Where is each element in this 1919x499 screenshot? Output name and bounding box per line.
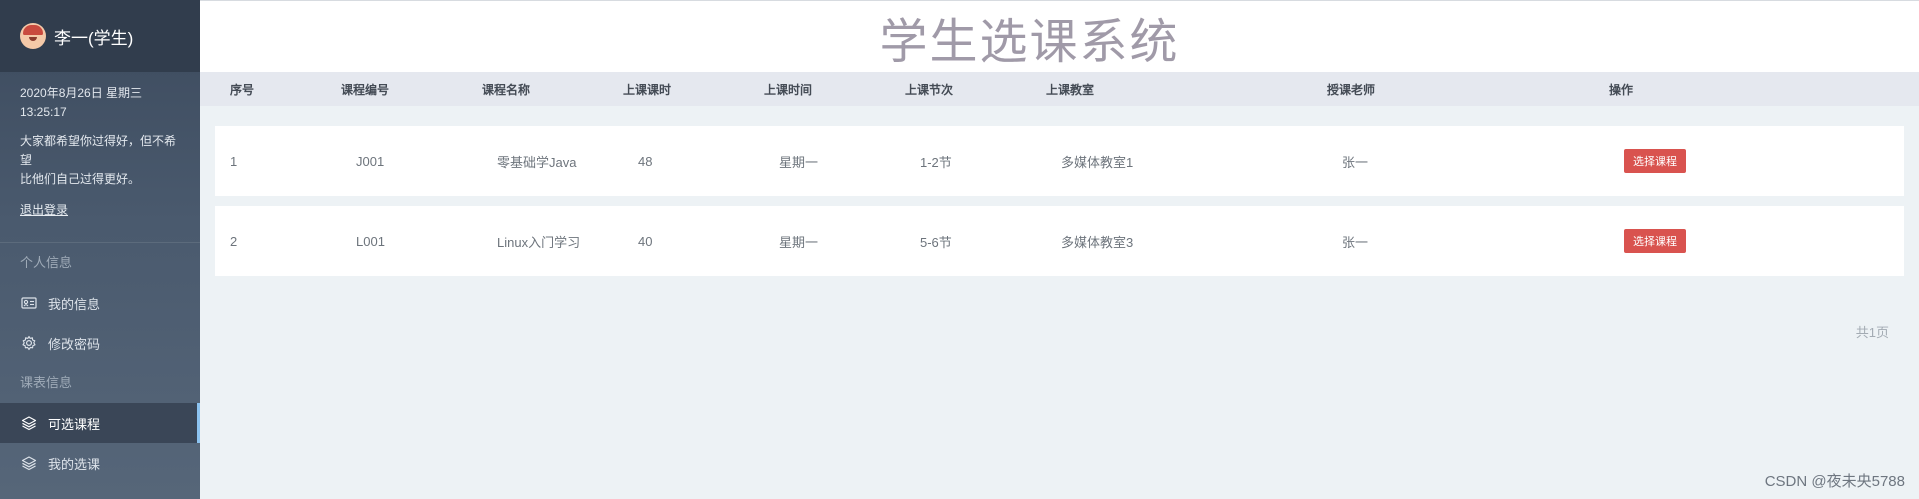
id-card-icon [20, 294, 38, 312]
sidebar-item-available-courses[interactable]: 可选课程 [0, 403, 200, 443]
select-course-button[interactable]: 选择课程 [1624, 149, 1686, 173]
cell-name: Linux入门学习 [497, 234, 581, 250]
cell-name: 零基础学Java [497, 154, 577, 170]
column-header: 序号 [230, 82, 255, 97]
datetime-date: 2020年8月26日 星期三 [20, 86, 143, 100]
column-header: 上课节次 [905, 82, 954, 97]
layers-icon [20, 454, 38, 472]
select-course-button[interactable]: 选择课程 [1624, 229, 1686, 253]
cell-day: 星期一 [779, 234, 819, 250]
column-header: 操作 [1609, 82, 1634, 97]
cell-hours: 48 [638, 153, 653, 169]
table-row: 2 L001 Linux入门学习 40 星期一 5-6节 多媒体教室3 张一 选… [215, 206, 1904, 276]
app-root: 李一(学生) 2020年8月26日 星期三 13:25:17 大家都希望你过得好… [0, 0, 1919, 499]
table-header: 序号 课程编号 课程名称 上课课时 上课时间 上课节次 上课教室 授课老师 操作 [200, 72, 1919, 106]
cell-action: 选择课程 [1624, 229, 1824, 253]
gear-icon [20, 334, 38, 352]
layers-icon [20, 414, 38, 432]
cell-period: 1-2节 [920, 154, 952, 170]
cell-teacher: 张一 [1342, 234, 1369, 250]
sidebar-item-my-courses[interactable]: 我的选课 [0, 443, 200, 483]
main-content: 学生选课系统 序号 课程编号 课程名称 上课课时 上课时间 上课节次 上课教室 … [200, 0, 1919, 499]
cell-hours: 40 [638, 233, 653, 249]
sidebar-item-change-password[interactable]: 修改密码 [0, 323, 200, 363]
column-header: 上课课时 [623, 82, 672, 97]
table-row: 1 J001 零基础学Java 48 星期一 1-2节 多媒体教室1 张一 选择… [215, 126, 1904, 196]
page-title: 学生选课系统 [879, 13, 1180, 70]
sidebar-info: 2020年8月26日 星期三 13:25:17 大家都希望你过得好，但不希望 比… [0, 72, 200, 220]
cell-code: J001 [356, 153, 385, 169]
watermark: CSDN @夜未央5788 [1764, 473, 1905, 490]
sidebar-item-label: 我的信息 [48, 296, 101, 312]
motto-text: 大家都希望你过得好，但不希望 比他们自己过得更好。 [20, 132, 180, 189]
avatar [20, 23, 46, 49]
cell-day: 星期一 [779, 154, 819, 170]
sidebar-header: 李一(学生) [0, 0, 200, 72]
column-header: 上课教室 [1046, 82, 1095, 97]
cell-period: 5-6节 [920, 234, 952, 250]
sidebar-item-my-info[interactable]: 我的信息 [0, 283, 200, 323]
cell-no: 2 [230, 233, 238, 249]
sidebar-item-label: 修改密码 [48, 336, 101, 352]
section-personal-info: 个人信息 [20, 255, 73, 270]
sidebar-item-label: 我的选课 [48, 456, 101, 472]
motto-line: 比他们自己过得更好。 [20, 172, 141, 186]
table-body: 1 J001 零基础学Java 48 星期一 1-2节 多媒体教室1 张一 选择… [200, 106, 1919, 276]
datetime-time: 13:25:17 [20, 105, 67, 119]
cell-teacher: 张一 [1342, 154, 1369, 170]
sidebar: 李一(学生) 2020年8月26日 星期三 13:25:17 大家都希望你过得好… [0, 0, 200, 499]
cell-no: 1 [230, 153, 238, 169]
column-header: 课程名称 [482, 82, 531, 97]
section-schedule-info: 课表信息 [20, 375, 73, 390]
user-name: 李一(学生) [54, 28, 134, 48]
column-header: 课程编号 [341, 82, 390, 97]
cell-action: 选择课程 [1624, 149, 1824, 173]
logout-link[interactable]: 退出登录 [20, 201, 68, 220]
cell-code: L001 [356, 233, 385, 249]
motto-line: 大家都希望你过得好，但不希望 [20, 134, 177, 167]
column-header: 上课时间 [764, 82, 813, 97]
pagination-total: 共1页 [1855, 325, 1889, 340]
title-bar: 学生选课系统 [200, 0, 1919, 72]
current-datetime: 2020年8月26日 星期三 13:25:17 [20, 84, 180, 122]
cell-room: 多媒体教室3 [1061, 234, 1134, 250]
cell-room: 多媒体教室1 [1061, 154, 1134, 170]
sidebar-item-label: 可选课程 [48, 416, 101, 432]
column-header: 授课老师 [1327, 82, 1376, 97]
